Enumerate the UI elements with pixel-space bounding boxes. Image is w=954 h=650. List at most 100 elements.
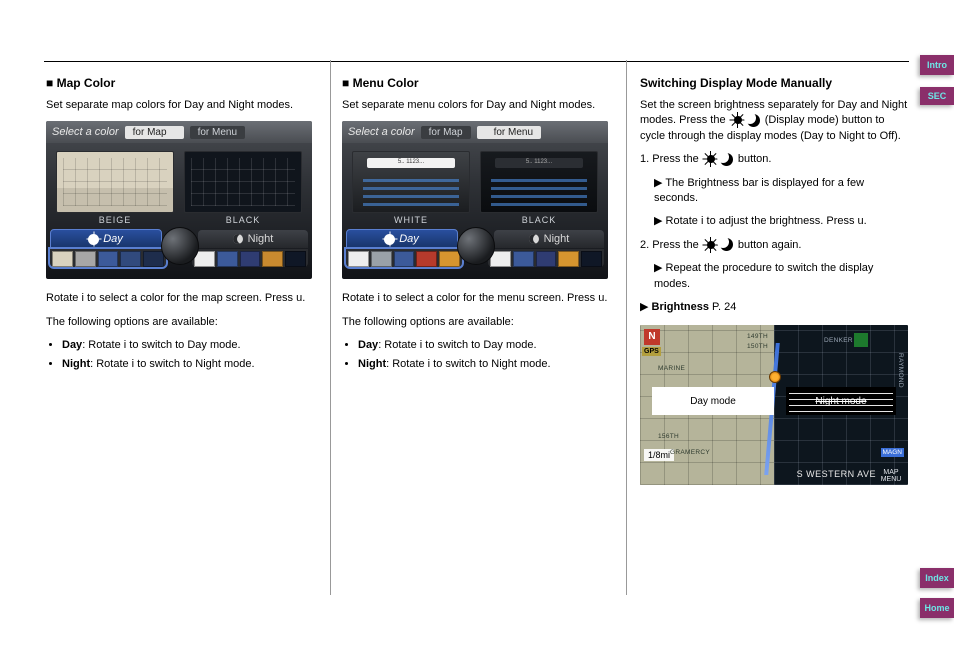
sidetab-index[interactable]: Index [920,568,954,588]
north-badge: N [644,329,660,345]
color-swatch[interactable] [394,251,415,267]
moon-icon-inline [747,114,760,127]
moon-icon-step [720,153,733,166]
switch-step-2a: ▶ Repeat the procedure to switch the dis… [640,261,908,292]
street-gramercy: GRAMERCY [670,449,710,456]
switch-step-2: 2. Press the button again. [640,238,908,253]
menu-color-title: ■ Menu Color [342,76,624,90]
thumb-menu-white[interactable]: 5.. 1123... [352,151,470,213]
night-mode-button-2[interactable]: Night [494,230,604,248]
map-color-lead: Set separate map colors for Day and Nigh… [46,98,328,113]
tab-for-menu-label: for Menu [198,127,237,138]
color-swatch[interactable] [348,251,369,267]
tab-for-menu-2[interactable]: for Menu [477,126,541,139]
day-mode-button-2[interactable]: Day [346,229,458,249]
color-swatch[interactable] [75,251,96,267]
column-divider-2 [626,60,627,595]
navscreen-menu-titlebar: Select a color for Map for Menu [342,121,608,143]
color-swatch[interactable] [52,251,73,267]
navscreen-map-titlebar: Select a color for Map for Menu [46,121,312,143]
color-swatch[interactable] [120,251,141,267]
street-156th: 156TH [658,433,679,440]
thumb-label-white: WHITE [352,215,470,225]
thumb-menu-white-text: 5.. 1123... [353,159,469,165]
tab-for-map-label-2: for Map [429,127,463,138]
swatch-set-day-2[interactable] [346,249,462,267]
switch-display-title: Switching Display Mode Manually [640,76,908,90]
color-swatch[interactable] [217,251,238,267]
xref-brightness[interactable]: ▶ Brightness P. 24 [640,300,908,315]
street-magnolia: MAGN [881,448,905,457]
swatch-set-night-2[interactable] [488,249,604,267]
column-display-mode: Switching Display Mode Manually Set the … [640,76,908,485]
swatch-set-day[interactable] [50,249,166,267]
street-marine: MARINE [658,365,685,372]
menu-color-step: Rotate i to select a color for the menu … [342,291,624,306]
thumb-map-black[interactable] [184,151,302,213]
menu-thumbnails: 5.. 1123... 5.. 1123... [352,151,598,213]
color-swatch[interactable] [439,251,460,267]
day-mode-button[interactable]: Day [50,229,162,249]
option-night-2: Night: Rotate i to switch to Night mode. [358,357,624,372]
column-map-color: ■ Map Color Set separate map colors for … [46,76,328,380]
sun-icon-step [704,152,718,166]
tab-for-map-2[interactable]: for Map [421,126,471,139]
color-swatch[interactable] [558,251,579,267]
switch-display-body: Set the screen brightness separately for… [640,98,908,144]
option-night: Night: Rotate i to switch to Night mode. [62,357,328,372]
chevron-right-icon [170,128,176,136]
column-menu-color: ■ Menu Color Set separate menu colors fo… [342,76,624,380]
sun-icon-step2 [704,238,718,252]
menu-color-lead: Set separate menu colors for Day and Nig… [342,98,624,113]
sun-icon-inline [731,113,745,127]
sidetab-intro[interactable]: Intro [920,55,954,75]
sidetab-home[interactable]: Home [920,598,954,618]
street-raymond: RAYMOND [897,353,904,388]
day-label: Day [103,233,123,245]
map-color-step: Rotate i to select a color for the map s… [46,291,328,306]
color-swatch[interactable] [143,251,164,267]
swatch-set-night[interactable] [192,249,308,267]
menu-color-options: Day: Rotate i to switch to Day mode. Nig… [342,338,624,372]
map-poi-icon [854,333,868,347]
thumb-menu-black[interactable]: 5.. 1123... [480,151,598,213]
moon-icon-step2 [720,238,733,251]
tab-for-map[interactable]: for Map [125,126,184,139]
map-menu-button[interactable]: MAP MENU [876,469,906,483]
navscreen-map: Select a color for Map for Menu BEIGE BL… [46,121,312,279]
color-swatch[interactable] [536,251,557,267]
tab-for-menu[interactable]: for Menu [190,126,245,139]
street-149th: 149TH [747,333,768,340]
night-mode-button[interactable]: Night [198,230,308,248]
chevron-left-icon [485,128,491,136]
moon-icon [233,234,243,244]
street-denker: DENKER [824,337,853,344]
sun-icon-2 [385,235,394,244]
color-swatch[interactable] [262,251,283,267]
color-swatch[interactable] [98,251,119,267]
thumb-map-beige[interactable] [56,151,174,213]
map-color-options: Day: Rotate i to switch to Day mode. Nig… [46,338,328,372]
color-swatch[interactable] [513,251,534,267]
sidetab-sec[interactable]: SEC [920,87,954,105]
menu-thumbnail-labels: WHITE BLACK [352,215,598,225]
night-label-2: Night [544,233,570,245]
map-color-options-intro: The following options are available: [46,315,328,330]
color-swatch[interactable] [371,251,392,267]
color-swatch[interactable] [285,251,306,267]
navscreen-map-title: Select a color [52,126,119,138]
color-swatch[interactable] [240,251,261,267]
option-day-2: Day: Rotate i to switch to Day mode. [358,338,624,353]
switch-step-1a: ▶ The Brightness bar is displayed for a … [640,176,908,207]
gps-badge: GPS [642,347,661,356]
tab-for-map-label: for Map [133,127,167,138]
switch-step-1: 1. Press the button. [640,152,908,167]
thumb-menu-black-text: 5.. 1123... [481,159,597,165]
callout-night: Night mode [786,387,896,415]
thumb-label-beige: BEIGE [56,215,174,225]
color-swatch[interactable] [581,251,602,267]
map-color-title: ■ Map Color [46,76,328,90]
color-swatch[interactable] [416,251,437,267]
callout-day: Day mode [652,387,774,415]
street-western: S WESTERN AVE [797,469,876,479]
